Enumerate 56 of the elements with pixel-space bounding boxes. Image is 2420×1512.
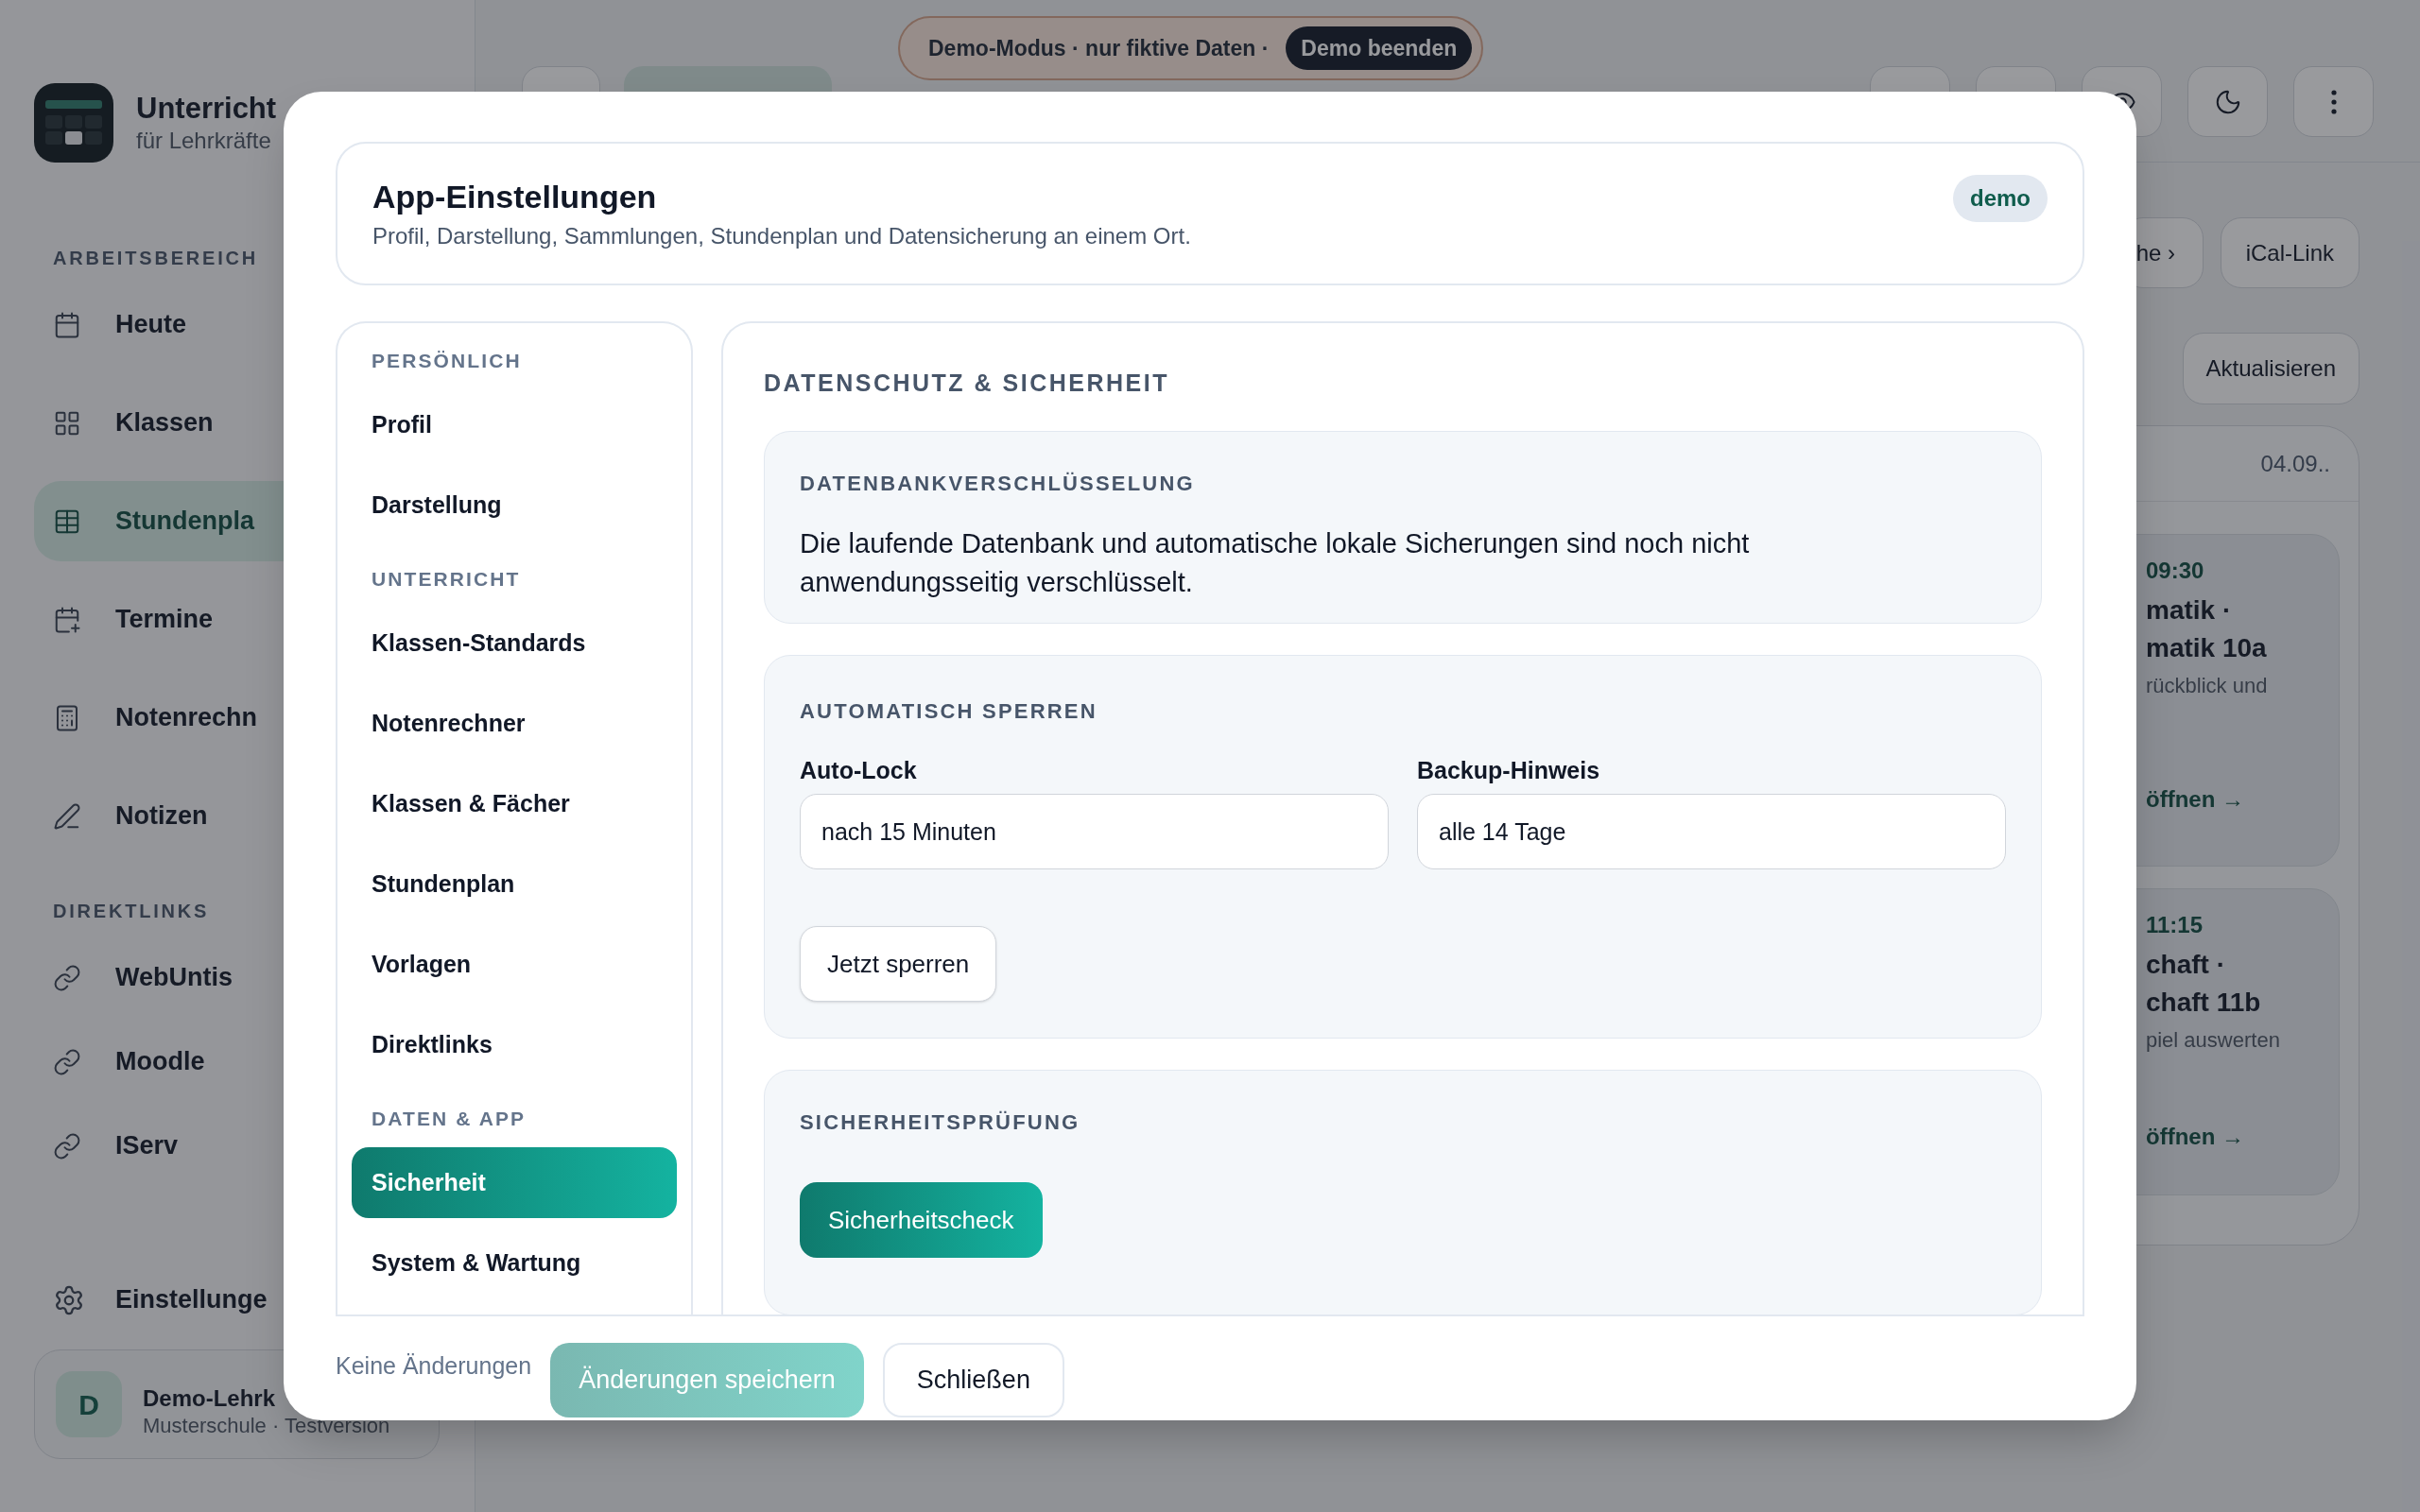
settings-icon [53, 1283, 85, 1316]
select-field[interactable]: nach 15 Minuten [800, 794, 1389, 869]
link-icon [53, 1131, 81, 1160]
settings-nav-item[interactable]: Klassen & Fächer [352, 768, 677, 839]
toolbar-button[interactable] [2187, 66, 2268, 137]
date-label: 04.09.. [2260, 449, 2330, 478]
user-detail: Musterschule · Testversion [143, 1413, 390, 1439]
settings-nav-item[interactable]: Vorlagen [352, 929, 677, 1000]
open-link[interactable]: öffnen → [2146, 782, 2329, 816]
lesson-note: piel auswerten [2146, 1027, 2281, 1054]
lesson-title: chaft · chaft 11b [2146, 949, 2262, 1019]
section-title: DATENSCHUTZ & SICHERHEIT [764, 369, 1170, 398]
settings-nav-item[interactable]: Profil [352, 389, 677, 460]
settings-nav-item[interactable]: Sicherheit [352, 1147, 677, 1218]
lesson-note: rückblick und [2146, 673, 2269, 699]
dialog-title: App-Einstellungen [372, 178, 658, 216]
open-link[interactable]: öffnen → [2146, 1120, 2329, 1154]
field-label: Backup-Hinweis [1417, 756, 1601, 785]
card-title: DATENBANKVERSCHLÜSSELUNG [800, 471, 1196, 497]
more-icon [2330, 89, 2337, 114]
security-check-button[interactable]: Sicherheitscheck [800, 1182, 1043, 1258]
dialog-subtitle: Profil, Darstellung, Sammlungen, Stundenplan und Datensicherung an einem Ort. [372, 222, 1191, 250]
settings-nav-item[interactable]: Stundenplan [352, 849, 677, 919]
demo-badge: demo [1953, 175, 2048, 222]
pen-icon [53, 801, 81, 831]
close-button[interactable]: Schließen [882, 1343, 1064, 1418]
nav-section-label: DATEN & APP [371, 1107, 527, 1132]
card-title: AUTOMATISCH SPERREN [800, 698, 1098, 725]
settings-nav-item[interactable]: Notenrechner [352, 688, 677, 759]
action-button[interactable]: iCal-Link [2220, 217, 2360, 288]
lock-button[interactable]: Jetzt sperren [800, 926, 997, 1002]
calendar-plus-icon [53, 605, 81, 634]
field-label: Auto-Lock [800, 756, 918, 785]
section-label: DIREKTLINKS [53, 900, 210, 923]
select-field[interactable]: alle 14 Tage [1417, 794, 2006, 869]
end-demo-button[interactable]: Demo beenden [1286, 26, 1473, 70]
nav-section-label: PERSÖNLICH [371, 349, 523, 374]
lesson-time: 09:30 [2146, 557, 2205, 585]
link-icon [53, 963, 81, 992]
lesson-time: 11:15 [2146, 911, 2204, 939]
settings-nav-item[interactable]: System & Wartung [352, 1228, 677, 1298]
user-avatar: D [56, 1371, 122, 1437]
lesson-title: matik · matik 10a [2146, 594, 2268, 664]
link-icon [53, 1047, 81, 1076]
card-text: Die laufende Datenbank und automatische lokale Sicherungen sind noch nicht anwendungsseitig verschlüsselt. [800, 527, 1751, 599]
refresh-button[interactable]: Aktualisieren [2182, 333, 2360, 404]
settings-nav-item[interactable]: Klassen-Standards [352, 608, 677, 679]
settings-nav-item[interactable]: Direktlinks [352, 1009, 677, 1080]
card-title: SICHERHEITSPRÜFUNG [800, 1109, 1081, 1136]
app-title: Unterricht [136, 91, 277, 127]
section-label: ARBEITSBEREICH [53, 247, 258, 270]
demo-banner-text: Demo-Modus · nur fiktive Daten · [928, 34, 1270, 62]
nav-section-label: UNTERRICHT [371, 567, 522, 593]
user-name: Demo-Lehrk [143, 1384, 277, 1413]
app-subtitle: für Lehrkräfte [136, 127, 272, 155]
calendar-icon [53, 310, 81, 339]
